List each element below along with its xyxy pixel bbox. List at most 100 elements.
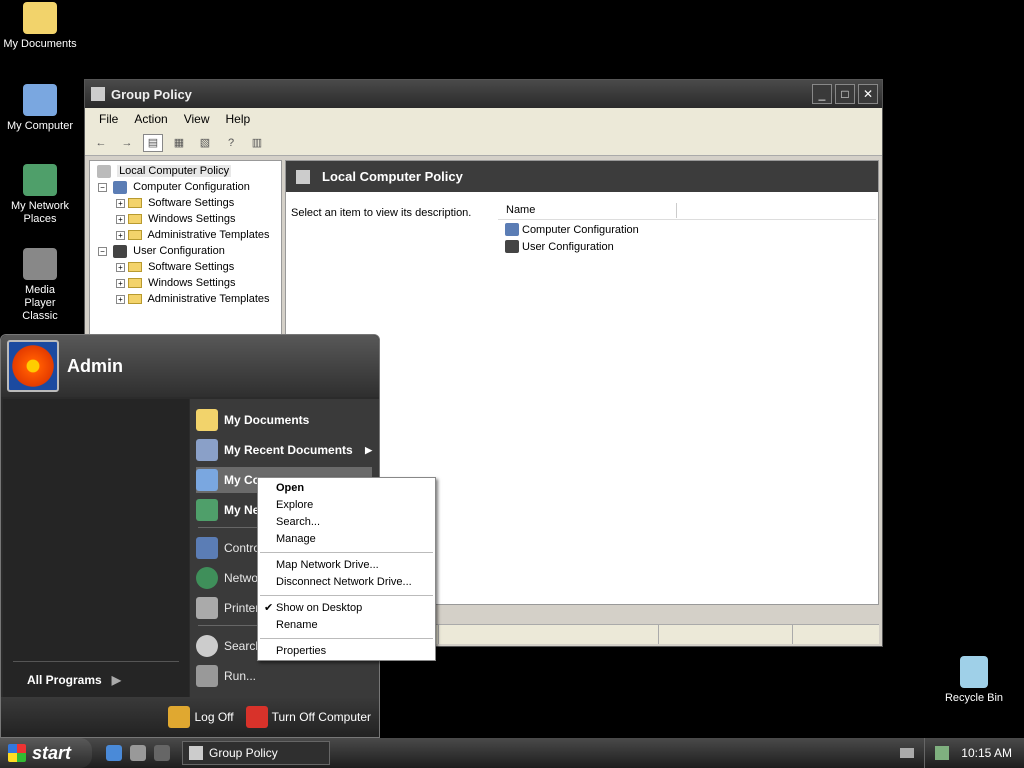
expand-icon[interactable]: + xyxy=(116,262,125,272)
close-button[interactable]: ✕ xyxy=(858,84,878,104)
desktop-icon-media-player-classic[interactable]: Media Player Classic xyxy=(0,248,80,323)
ctx-show-on-desktop[interactable]: ✔ Show on Desktop xyxy=(258,600,435,617)
menu-view[interactable]: View xyxy=(176,112,218,126)
task-label: Group Policy xyxy=(209,746,278,760)
desktop-icon-my-computer[interactable]: My Computer xyxy=(0,84,80,133)
start-label: start xyxy=(32,742,72,763)
expand-icon[interactable]: + xyxy=(116,230,125,240)
tree-item-administrative-templates[interactable]: + Administrative Templates xyxy=(90,227,281,243)
desktop-icon-label: Media Player Classic xyxy=(22,284,58,322)
media-icon[interactable] xyxy=(130,745,146,761)
toolbar: ← → ▤ ▦ ▧ ? ▥ xyxy=(85,130,882,156)
ctx-map-network-drive[interactable]: Map Network Drive... xyxy=(258,557,435,574)
submenu-arrow-icon: ▶ xyxy=(365,444,372,455)
ctx-disconnect-network-drive[interactable]: Disconnect Network Drive... xyxy=(258,574,435,591)
tree-label: Software Settings xyxy=(148,197,235,209)
back-arrow-icon[interactable]: ← xyxy=(91,134,111,152)
tree-item-software-settings[interactable]: + Software Settings xyxy=(90,195,281,211)
taskbar: start Group Policy 10:15 AM xyxy=(0,738,1024,768)
network-places-icon xyxy=(23,164,57,196)
ctx-properties[interactable]: Properties xyxy=(258,643,435,660)
avatar[interactable] xyxy=(7,340,59,392)
menu-my-recent-documents[interactable]: My Recent Documents ▶ xyxy=(196,437,372,463)
name-column-header[interactable]: Name xyxy=(498,201,876,220)
user-config-icon xyxy=(113,244,128,258)
show-hide-action-pane-icon[interactable]: ▥ xyxy=(247,134,267,152)
desktop-icon-my-network-places[interactable]: My Network Places xyxy=(0,164,80,226)
folder-icon xyxy=(128,198,142,209)
all-programs-button[interactable]: All Programs ▶ xyxy=(27,673,121,687)
my-computer-icon xyxy=(196,469,218,491)
ctx-rename[interactable]: Rename xyxy=(258,617,435,634)
ctx-open[interactable]: Open xyxy=(258,480,435,497)
list-item-user-configuration[interactable]: User Configuration xyxy=(502,240,614,253)
folder-icon xyxy=(128,294,142,305)
computer-config-icon xyxy=(113,180,128,194)
ctx-search[interactable]: Search... xyxy=(258,514,435,531)
turn-off-button[interactable]: Turn Off Computer xyxy=(245,706,371,728)
checkmark-icon: ✔ xyxy=(264,602,274,614)
key-icon xyxy=(168,706,191,728)
folder-icon xyxy=(128,278,142,289)
network-tray-icon[interactable] xyxy=(935,746,950,760)
tree-label: Local Computer Policy xyxy=(117,165,232,177)
tree-item-administrative-templates[interactable]: + Administrative Templates xyxy=(90,291,281,307)
ctx-manage[interactable]: Manage xyxy=(258,531,435,548)
tree-item-windows-settings[interactable]: + Windows Settings xyxy=(90,211,281,227)
forward-arrow-icon[interactable]: → xyxy=(117,134,137,152)
start-menu-header: Admin xyxy=(1,335,379,397)
collapse-icon[interactable]: − xyxy=(98,182,107,192)
menu-my-documents[interactable]: My Documents xyxy=(196,407,372,433)
maximize-button[interactable]: □ xyxy=(835,84,855,104)
menu-action[interactable]: Action xyxy=(126,112,175,126)
recycle-bin-icon xyxy=(960,656,988,688)
task-group-policy[interactable]: Group Policy xyxy=(182,741,330,765)
tree-item-computer-configuration[interactable]: − Computer Configuration xyxy=(90,179,281,195)
list-item-computer-configuration[interactable]: Computer Configuration xyxy=(502,223,639,236)
export-list-icon[interactable]: ▧ xyxy=(195,134,215,152)
system-tray: 10:15 AM xyxy=(900,738,1024,768)
show-hide-tree-icon[interactable]: ▤ xyxy=(143,133,163,152)
browser-icon[interactable] xyxy=(106,745,122,761)
properties-icon[interactable]: ▦ xyxy=(169,134,189,152)
tree-item-local-computer-policy[interactable]: Local Computer Policy xyxy=(90,163,281,179)
tree-item-software-settings[interactable]: + Software Settings xyxy=(90,259,281,275)
tree-label: Windows Settings xyxy=(148,277,236,289)
media-player-icon xyxy=(23,248,57,280)
expand-icon[interactable]: + xyxy=(116,214,125,224)
menu-separator xyxy=(260,552,433,553)
window-title: Group Policy xyxy=(111,86,192,102)
collapse-icon[interactable]: − xyxy=(98,246,107,256)
clock[interactable]: 10:15 AM xyxy=(961,746,1012,760)
computer-config-icon xyxy=(505,223,519,236)
start-button[interactable]: start xyxy=(0,738,92,768)
desktop-icon-recycle-bin[interactable]: Recycle Bin xyxy=(934,656,1014,705)
log-off-label: Log Off xyxy=(194,710,234,724)
control-panel-icon xyxy=(196,537,218,559)
expand-icon[interactable]: + xyxy=(116,294,125,304)
all-programs-label: All Programs xyxy=(27,673,102,687)
help-icon[interactable]: ? xyxy=(221,134,241,152)
menu-file[interactable]: File xyxy=(91,112,126,126)
menu-help[interactable]: Help xyxy=(218,112,259,126)
quick-launch xyxy=(106,745,170,761)
desktop-icon-my-documents[interactable]: My Documents xyxy=(0,2,80,51)
expand-icon[interactable]: + xyxy=(116,198,125,208)
printer-icon xyxy=(196,597,218,619)
tree-item-windows-settings[interactable]: + Windows Settings xyxy=(90,275,281,291)
minimize-button[interactable]: _ xyxy=(812,84,832,104)
tree-item-user-configuration[interactable]: − User Configuration xyxy=(90,243,281,259)
search-icon xyxy=(196,635,218,657)
ctx-explore[interactable]: Explore xyxy=(258,497,435,514)
expand-icon[interactable]: + xyxy=(116,278,125,288)
keyboard-icon[interactable] xyxy=(900,748,915,758)
group-policy-icon xyxy=(91,87,105,101)
description-text: Select an item to view its description. xyxy=(291,207,472,219)
my-documents-icon xyxy=(196,409,218,431)
title-bar[interactable]: Group Policy _ □ ✕ xyxy=(85,80,882,108)
log-off-button[interactable]: Log Off xyxy=(168,706,234,728)
menu-run[interactable]: Run... xyxy=(196,663,372,689)
media-player-icon[interactable] xyxy=(154,745,170,761)
divider xyxy=(13,661,179,662)
folder-icon xyxy=(128,262,142,273)
